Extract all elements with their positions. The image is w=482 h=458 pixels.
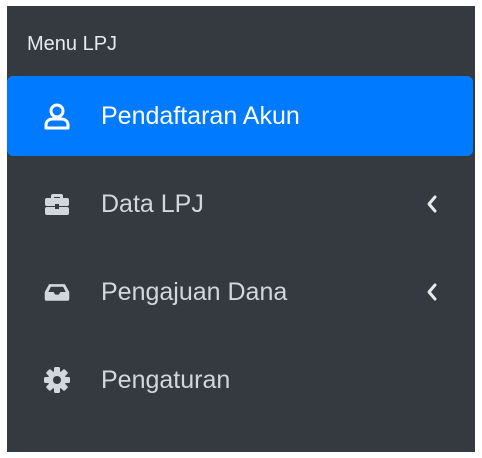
sidebar-header: Menu LPJ: [27, 33, 118, 55]
sidebar-item-label: Pengaturan: [101, 365, 231, 394]
briefcase-icon: [43, 190, 71, 218]
sidebar-item-data-lpj[interactable]: Data LPJ: [7, 164, 473, 244]
sidebar-item-pengajuan-dana[interactable]: Pengajuan Dana: [7, 252, 473, 332]
sidebar: Menu LPJ Pendaftaran Akun Data LPJ Penga…: [7, 6, 475, 452]
chevron-left-icon[interactable]: [425, 194, 439, 214]
chevron-left-icon[interactable]: [425, 282, 439, 302]
sidebar-item-label: Pengajuan Dana: [101, 277, 288, 306]
sidebar-item-label: Pendaftaran Akun: [101, 101, 300, 130]
gear-icon: [43, 366, 71, 394]
sidebar-item-label: Data LPJ: [101, 189, 204, 218]
inbox-icon: [43, 278, 71, 306]
sidebar-item-pendaftaran-akun[interactable]: Pendaftaran Akun: [7, 76, 473, 156]
user-icon: [43, 102, 71, 130]
sidebar-item-pengaturan[interactable]: Pengaturan: [7, 340, 473, 420]
